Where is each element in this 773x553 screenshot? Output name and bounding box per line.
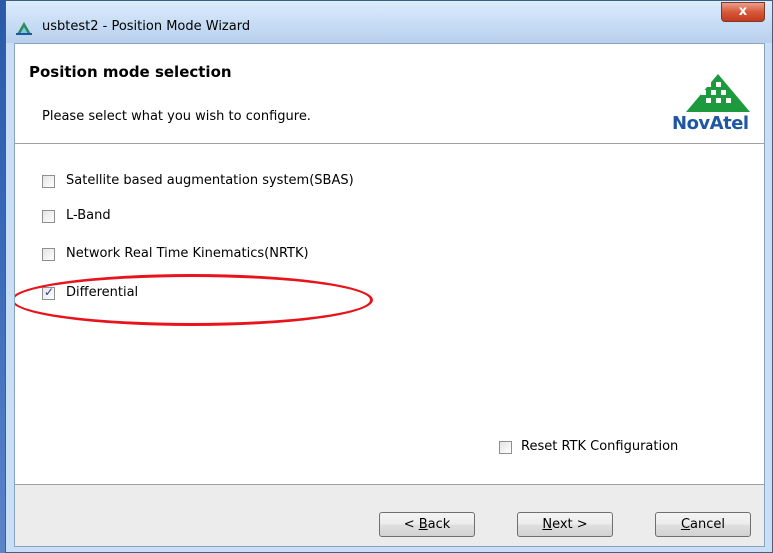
window-title: usbtest2 - Position Mode Wizard bbox=[42, 19, 251, 34]
nrtk-label[interactable]: Network Real Time Kinematics(NRTK) bbox=[66, 246, 309, 261]
highlight-ellipse bbox=[15, 274, 373, 326]
logo-text: NovAtel bbox=[672, 113, 749, 134]
wizard-window: usbtest2 - Position Mode Wizard x Positi… bbox=[5, 0, 773, 553]
app-icon bbox=[16, 22, 32, 35]
nrtk-checkbox[interactable] bbox=[42, 248, 55, 261]
back-button-text: ack bbox=[427, 517, 451, 532]
lband-label[interactable]: L-Band bbox=[66, 208, 111, 223]
sbas-label[interactable]: Satellite based augmentation system(SBAS… bbox=[66, 173, 354, 188]
cancel-button-mnemonic: C bbox=[680, 517, 691, 532]
page-title: Position mode selection bbox=[29, 63, 232, 81]
title-bar[interactable]: usbtest2 - Position Mode Wizard x bbox=[6, 1, 772, 43]
reset-rtk-label[interactable]: Reset RTK Configuration bbox=[521, 439, 678, 454]
novatel-logo: NovAtel bbox=[672, 70, 762, 134]
button-bar: < Back Next > Cancel bbox=[15, 484, 764, 546]
sbas-checkbox[interactable] bbox=[42, 175, 55, 188]
close-button[interactable]: x bbox=[721, 2, 765, 22]
wizard-client-area: Position mode selection Please select wh… bbox=[14, 43, 765, 547]
back-button[interactable]: < Back bbox=[379, 512, 475, 537]
back-button-mnemonic: B bbox=[418, 517, 428, 532]
next-button[interactable]: Next > bbox=[517, 512, 613, 537]
back-button-prefix: < bbox=[403, 517, 419, 532]
logo-mark-icon bbox=[686, 74, 750, 112]
page-subtitle: Please select what you wish to configure… bbox=[42, 109, 311, 124]
next-button-text: ext > bbox=[552, 517, 588, 532]
next-button-mnemonic: N bbox=[542, 517, 553, 532]
close-icon: x bbox=[738, 4, 748, 19]
cancel-button-text: ancel bbox=[690, 517, 726, 532]
lband-checkbox[interactable] bbox=[42, 210, 55, 223]
cancel-button[interactable]: Cancel bbox=[655, 512, 751, 537]
wizard-header: Position mode selection Please select wh… bbox=[15, 44, 764, 144]
reset-rtk-checkbox[interactable] bbox=[499, 441, 512, 454]
